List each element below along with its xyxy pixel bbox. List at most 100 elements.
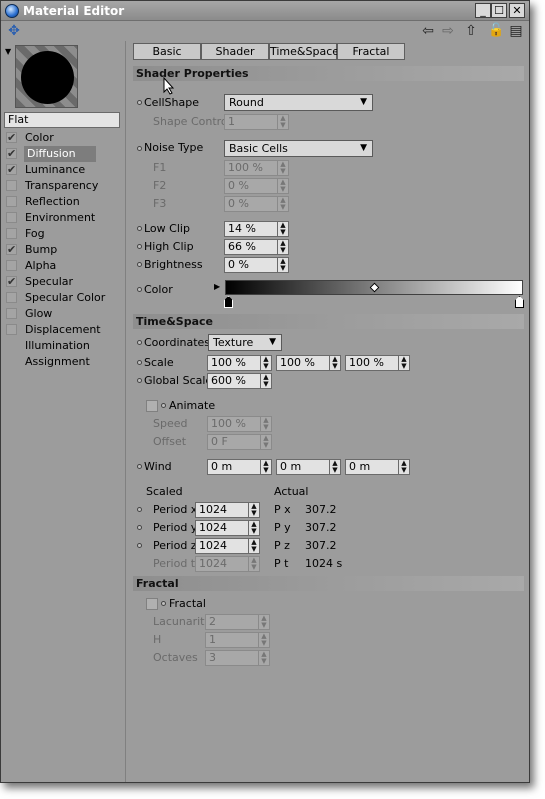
spinner-icon[interactable]: ▲ ▼ xyxy=(248,539,259,553)
channel-checkbox[interactable] xyxy=(6,180,17,191)
arrow-up-icon[interactable]: ⇧ xyxy=(463,23,479,39)
spinner-icon[interactable]: ▲ ▼ xyxy=(277,240,288,254)
channel-checkbox[interactable]: ✔ xyxy=(6,148,17,159)
lock-icon[interactable]: 🔓 xyxy=(488,23,504,39)
spinner-icon[interactable]: ▲ ▼ xyxy=(260,435,271,449)
sidebar-item-luminance[interactable]: ✔ Luminance xyxy=(4,162,124,178)
high-clip-field[interactable]: 66 % ▲ ▼ xyxy=(224,239,289,255)
period-anim-dot[interactable] xyxy=(137,525,142,530)
spinner-icon[interactable]: ▲ ▼ xyxy=(260,374,271,388)
coordinates-dropdown[interactable]: Texture ▼ xyxy=(208,334,282,351)
spinner-icon[interactable]: ▲ ▼ xyxy=(248,521,259,535)
sidebar-item-transparency[interactable]: Transparency xyxy=(4,178,124,194)
h-field[interactable]: 1 ▲ ▼ xyxy=(205,632,270,648)
channel-checkbox[interactable] xyxy=(6,308,17,319)
sidebar-item-fog[interactable]: Fog xyxy=(4,226,124,242)
sidebar-item-specular[interactable]: ✔ Specular xyxy=(4,274,124,290)
period-field[interactable]: 1024 ▲ ▼ xyxy=(195,556,260,572)
tab-basic[interactable]: Basic xyxy=(133,43,201,60)
sidebar-item-displacement[interactable]: Displacement xyxy=(4,322,124,338)
global-scale-field[interactable]: 600 % ▲ ▼ xyxy=(207,373,272,389)
brightness-anim-dot[interactable] xyxy=(137,262,142,267)
spinner-icon[interactable]: ▲ ▼ xyxy=(398,460,409,474)
gradient-interpolation-knot[interactable] xyxy=(369,282,380,293)
sidebar-item-reflection[interactable]: Reflection xyxy=(4,194,124,210)
channel-checkbox[interactable] xyxy=(6,228,17,239)
spinner-icon[interactable]: ▲ ▼ xyxy=(258,615,269,629)
panel-icon[interactable]: ▤ xyxy=(508,23,524,39)
tab-shader[interactable]: Shader xyxy=(201,43,269,60)
high-clip-anim-dot[interactable] xyxy=(137,244,142,249)
noise-type-dropdown[interactable]: Basic Cells ▼ xyxy=(224,140,373,157)
spinner-icon[interactable]: ▲ ▼ xyxy=(260,417,271,431)
cellshape-dropdown[interactable]: Round ▼ xyxy=(224,94,373,111)
noise-type-anim-dot[interactable] xyxy=(137,146,142,151)
spinner-icon[interactable]: ▲ ▼ xyxy=(260,356,271,370)
channel-checkbox[interactable] xyxy=(6,260,17,271)
spinner-icon[interactable]: ▲ ▼ xyxy=(277,161,288,175)
f1-field[interactable]: 100 % ▲ ▼ xyxy=(224,160,289,176)
spinner-icon[interactable]: ▲ ▼ xyxy=(277,179,288,193)
channel-checkbox[interactable]: ✔ xyxy=(6,276,17,287)
tab-fractal[interactable]: Fractal xyxy=(337,43,405,60)
material-name-field[interactable]: Flat xyxy=(4,112,120,128)
spinner-icon[interactable]: ▲ ▼ xyxy=(329,460,340,474)
sidebar-item-specular-color[interactable]: Specular Color xyxy=(4,290,124,306)
pin-icon[interactable]: ✥ xyxy=(6,23,22,39)
channel-checkbox[interactable]: ✔ xyxy=(6,132,17,143)
preview-menu-icon[interactable]: ▼ xyxy=(5,47,11,56)
lacunarity-field[interactable]: 2 ▲ ▼ xyxy=(205,614,270,630)
fractal-checkbox[interactable] xyxy=(146,598,158,610)
fractal-anim-dot[interactable] xyxy=(161,601,166,606)
spinner-icon[interactable]: ▲ ▼ xyxy=(260,460,271,474)
gradient-expand-icon[interactable]: ▶ xyxy=(214,282,220,291)
scale-y-field[interactable]: 100 % ▲ ▼ xyxy=(276,355,341,371)
spinner-icon[interactable]: ▲ ▼ xyxy=(277,258,288,272)
title-bar[interactable]: Material Editor _ ☐ ✕ xyxy=(1,1,529,21)
period-anim-dot[interactable] xyxy=(137,507,142,512)
material-preview[interactable] xyxy=(15,45,78,108)
spinner-icon[interactable]: ▲ ▼ xyxy=(398,356,409,370)
period-field[interactable]: 1024 ▲ ▼ xyxy=(195,502,260,518)
tab-timespace[interactable]: Time&Space xyxy=(269,43,339,60)
minimize-button[interactable]: _ xyxy=(475,3,491,18)
sidebar-item-diffusion[interactable]: ✔ Diffusion xyxy=(4,146,124,162)
global-scale-anim-dot[interactable] xyxy=(137,378,142,383)
sidebar-item-glow[interactable]: Glow xyxy=(4,306,124,322)
offset-field[interactable]: 0 F ▲ ▼ xyxy=(207,434,272,450)
channel-checkbox[interactable]: ✔ xyxy=(6,164,17,175)
octaves-field[interactable]: 3 ▲ ▼ xyxy=(205,650,270,666)
sidebar-item-illumination[interactable]: Illumination xyxy=(4,338,124,354)
low-clip-anim-dot[interactable] xyxy=(137,226,142,231)
sidebar-item-assignment[interactable]: Assignment xyxy=(4,354,124,370)
arrow-right-icon[interactable]: ⇨ xyxy=(440,23,456,39)
arrow-left-icon[interactable]: ⇦ xyxy=(420,23,436,39)
f3-field[interactable]: 0 % ▲ ▼ xyxy=(224,196,289,212)
spinner-icon[interactable]: ▲ ▼ xyxy=(277,197,288,211)
channel-checkbox[interactable] xyxy=(6,324,17,335)
speed-field[interactable]: 100 % ▲ ▼ xyxy=(207,416,272,432)
animate-checkbox[interactable] xyxy=(146,400,158,412)
channel-checkbox[interactable] xyxy=(6,292,17,303)
spinner-icon[interactable]: ▲ ▼ xyxy=(258,651,269,665)
color-gradient-bar[interactable] xyxy=(225,280,523,295)
spinner-icon[interactable]: ▲ ▼ xyxy=(277,222,288,236)
channel-checkbox[interactable]: ✔ xyxy=(6,244,17,255)
spinner-icon[interactable]: ▲ ▼ xyxy=(277,115,288,129)
brightness-field[interactable]: 0 % ▲ ▼ xyxy=(224,257,289,273)
period-field[interactable]: 1024 ▲ ▼ xyxy=(195,520,260,536)
spinner-icon[interactable]: ▲ ▼ xyxy=(248,503,259,517)
scale-x-field[interactable]: 100 % ▲ ▼ xyxy=(207,355,272,371)
low-clip-field[interactable]: 14 % ▲ ▼ xyxy=(224,221,289,237)
wind-anim-dot[interactable] xyxy=(137,464,142,469)
spinner-icon[interactable]: ▲ ▼ xyxy=(248,557,259,571)
close-button[interactable]: ✕ xyxy=(509,3,525,18)
sidebar-item-alpha[interactable]: Alpha xyxy=(4,258,124,274)
channel-checkbox[interactable] xyxy=(6,196,17,207)
shape-control-field[interactable]: 1 ▲ ▼ xyxy=(224,114,289,130)
f2-field[interactable]: 0 % ▲ ▼ xyxy=(224,178,289,194)
period-anim-dot[interactable] xyxy=(137,543,142,548)
wind-x-field[interactable]: 0 m ▲ ▼ xyxy=(207,459,272,475)
spinner-icon[interactable]: ▲ ▼ xyxy=(329,356,340,370)
color-anim-dot[interactable] xyxy=(137,287,142,292)
